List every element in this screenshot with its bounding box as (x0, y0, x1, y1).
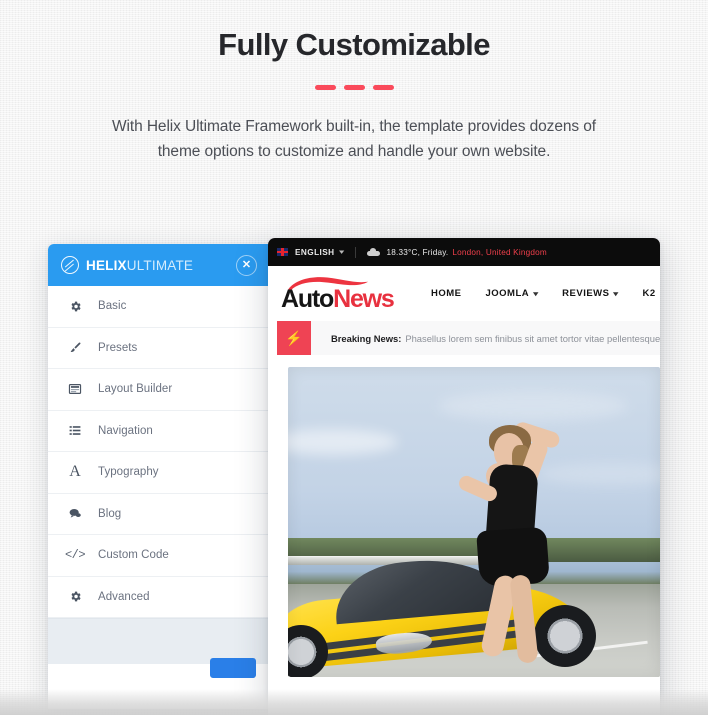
sidebar-item-advanced[interactable]: Advanced (48, 577, 268, 618)
cloud-icon (366, 248, 380, 256)
page-description: With Helix Ultimate Framework built-in, … (112, 118, 596, 161)
sidebar-item-blog[interactable]: Blog (48, 494, 268, 535)
breaking-news-body[interactable]: Breaking News: Phasellus lorem sem finib… (311, 321, 660, 355)
chevron-down-icon[interactable]: ▾ (339, 248, 345, 256)
save-button[interactable] (210, 658, 256, 678)
letter-a-icon: A (69, 463, 81, 481)
sidebar-item-label: Typography (98, 466, 159, 479)
sidebar-item-presets[interactable]: Presets (48, 328, 268, 369)
sidebar-item-label: Layout Builder (98, 383, 173, 396)
weather-temperature: 18.33°C, Friday. (386, 247, 449, 257)
nav-item-label: K2 (642, 288, 656, 299)
website-preview-panel: ENGLISH ▾ 18.33°C, Friday. London, Unite… (268, 238, 660, 715)
chevron-down-icon: ▾ (533, 290, 539, 298)
screenshot-composition: HELIXULTIMATE ✕ Basic Presets Layout Bui… (0, 238, 708, 715)
helix-panel-header: HELIXULTIMATE ✕ (48, 244, 268, 286)
uk-flag-icon (277, 248, 288, 256)
sidebar-item-label: Presets (98, 341, 138, 354)
nav-item-home[interactable]: HOME (431, 288, 462, 299)
topbar-divider (354, 246, 356, 258)
comment-icon (64, 507, 86, 520)
breaking-news-wrap: ⚡ Breaking News: Phasellus lorem sem fin… (268, 321, 660, 355)
helix-brand-bold: HELIX (86, 257, 127, 273)
cloud-shape (438, 391, 628, 421)
brush-icon (64, 341, 86, 354)
nav-item-k2[interactable]: K2 ▾ (642, 288, 660, 299)
logo-text-auto: Auto (281, 284, 334, 313)
model-figure-shape (448, 419, 598, 669)
helix-logo-icon (61, 256, 79, 274)
site-logo[interactable]: AutoNews (277, 273, 395, 315)
sidebar-item-label: Advanced (98, 590, 150, 603)
code-icon: </> (64, 548, 86, 563)
divider-dash-3 (372, 85, 394, 91)
weather-location: London, United Kingdom (452, 247, 547, 257)
breaking-news-text: Phasellus lorem sem finibus sit amet tor… (405, 332, 660, 344)
nav-item-label: HOME (431, 288, 462, 299)
breaking-news-bar: ⚡ Breaking News: Phasellus lorem sem fin… (277, 321, 660, 355)
sidebar-item-label: Custom Code (98, 549, 169, 562)
sidebar-item-label: Blog (98, 507, 122, 520)
helix-panel-footer (48, 618, 268, 678)
sidebar-item-label: Navigation (98, 424, 153, 437)
sidebar-item-basic[interactable]: Basic (48, 286, 268, 328)
site-nav-links: HOME JOOMLA ▾ REVIEWS ▾ K2 ▾ (431, 288, 660, 299)
helix-brand-light: ULTIMATE (126, 257, 194, 273)
bolt-icon: ⚡ (277, 321, 311, 355)
sidebar-item-layout-builder[interactable]: Layout Builder (48, 369, 268, 411)
nav-item-label: JOOMLA (485, 288, 530, 299)
hero-article-image[interactable] (288, 367, 660, 677)
close-icon[interactable]: ✕ (236, 255, 257, 276)
divider-dash-2 (343, 85, 365, 91)
helix-ultimate-panel: HELIXULTIMATE ✕ Basic Presets Layout Bui… (48, 244, 268, 709)
sidebar-item-navigation[interactable]: Navigation (48, 411, 268, 452)
nav-item-reviews[interactable]: REVIEWS ▾ (562, 288, 618, 299)
page-title: Fully Customizable (218, 27, 490, 62)
sidebar-item-label: Basic (98, 300, 127, 313)
list-icon (64, 424, 86, 437)
site-logo-text: AutoNews (281, 284, 395, 313)
breaking-news-label: Breaking News: (331, 332, 402, 344)
sidebar-item-typography[interactable]: A Typography (48, 452, 268, 494)
cloud-shape (288, 429, 398, 455)
sidebar-item-custom-code[interactable]: </> Custom Code (48, 535, 268, 577)
gear-icon (64, 590, 86, 603)
gear-icon (64, 300, 86, 313)
title-divider (0, 85, 708, 91)
site-topbar: ENGLISH ▾ 18.33°C, Friday. London, Unite… (268, 238, 660, 266)
layout-icon (64, 382, 86, 396)
chevron-down-icon: ▾ (613, 290, 620, 298)
language-selector-label[interactable]: ENGLISH (295, 248, 335, 257)
logo-text-news: News (333, 284, 395, 313)
nav-item-label: REVIEWS (562, 288, 610, 299)
nav-item-joomla[interactable]: JOOMLA ▾ (486, 288, 539, 299)
divider-dash-1 (314, 85, 336, 91)
site-navbar: AutoNews HOME JOOMLA ▾ REVIEWS ▾ K2 ▾ (268, 266, 660, 321)
helix-menu: Basic Presets Layout Builder Navigation (48, 286, 268, 618)
hero-section: Fully Customizable With Helix Ultimate F… (0, 0, 708, 164)
helix-wordmark: HELIXULTIMATE (86, 258, 193, 273)
